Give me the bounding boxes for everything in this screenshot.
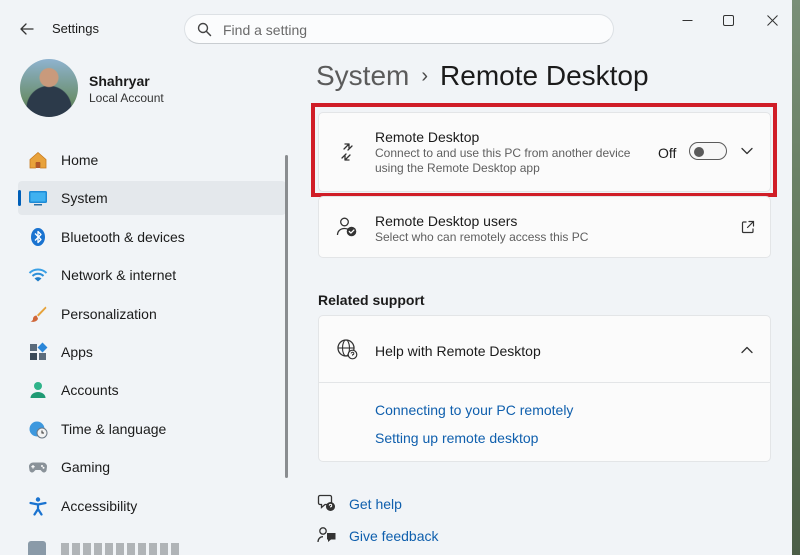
title-bar: Settings <box>0 0 792 58</box>
system-icon <box>29 191 47 206</box>
get-help-link[interactable]: Get help <box>349 496 402 512</box>
sidebar-nav: Home System Bluetooth & devices Network … <box>18 143 286 527</box>
minimize-button[interactable] <box>667 8 707 32</box>
profile-account-type: Local Account <box>89 91 164 105</box>
sidebar-item-label: Network & internet <box>61 267 177 284</box>
sidebar-item-home[interactable]: Home <box>18 143 286 177</box>
back-arrow-icon <box>20 23 34 35</box>
sidebar-item-label: Gaming <box>61 459 111 476</box>
link-setting-up-remote-desktop[interactable]: Setting up remote desktop <box>375 430 538 446</box>
highlight-box <box>311 103 777 197</box>
feedback-icon <box>317 527 336 543</box>
sidebar-item-label: Accounts <box>61 382 119 399</box>
search-box[interactable] <box>184 14 614 44</box>
clock-globe-icon <box>29 421 48 439</box>
chevron-up-icon[interactable] <box>739 342 755 358</box>
remote-users-title: Remote Desktop users <box>375 213 518 229</box>
sidebar-item-network[interactable]: Network & internet <box>18 258 286 292</box>
breadcrumb: System › Remote Desktop <box>316 60 649 92</box>
sidebar-item-label: Time & language <box>61 420 167 437</box>
settings-window: Settings Shahryar Local Account Home Sys… <box>0 0 793 555</box>
sidebar-item-accessibility[interactable]: Accessibility <box>18 489 286 523</box>
gamepad-icon <box>28 462 48 473</box>
accounts-icon <box>30 382 46 399</box>
sidebar-item-bluetooth[interactable]: Bluetooth & devices <box>18 220 286 254</box>
apps-icon <box>30 342 48 360</box>
home-icon <box>29 151 47 169</box>
accessibility-icon <box>29 496 47 516</box>
help-card: Help with Remote Desktop Connecting to y… <box>318 315 771 462</box>
sidebar-item-label: Personalization <box>61 305 157 322</box>
maximize-button[interactable] <box>708 8 748 32</box>
remote-desktop-users-card[interactable]: Remote Desktop users Select who can remo… <box>318 196 771 258</box>
app-title: Settings <box>52 21 99 36</box>
profile-name: Shahryar <box>89 73 150 89</box>
breadcrumb-separator: › <box>421 65 429 87</box>
help-chat-icon <box>317 494 335 511</box>
sidebar-item-label: Bluetooth & devices <box>61 228 185 245</box>
sidebar-item-label: Apps <box>61 343 93 360</box>
bluetooth-icon <box>31 227 45 246</box>
give-feedback-link[interactable]: Give feedback <box>349 528 439 544</box>
close-button[interactable] <box>752 8 792 32</box>
external-link-icon <box>741 220 755 234</box>
sidebar-item-apps[interactable]: Apps <box>18 335 286 369</box>
sidebar-item-personalization[interactable]: Personalization <box>18 297 286 331</box>
back-button[interactable] <box>16 18 38 40</box>
sidebar-item-time-language[interactable]: Time & language <box>18 412 286 446</box>
user-check-icon <box>336 217 357 237</box>
avatar[interactable] <box>20 59 78 117</box>
sidebar-item-gaming[interactable]: Gaming <box>18 450 286 484</box>
sidebar-item-accounts[interactable]: Accounts <box>18 373 286 407</box>
related-support-heading: Related support <box>318 292 425 308</box>
sidebar-item-label: System <box>61 190 108 207</box>
close-icon <box>766 14 778 26</box>
search-input[interactable] <box>221 19 605 41</box>
sidebar-scrollbar[interactable] <box>285 155 288 478</box>
wifi-icon <box>28 268 48 282</box>
help-title: Help with Remote Desktop <box>375 343 541 359</box>
page-title: Remote Desktop <box>440 60 649 91</box>
help-card-header[interactable]: Help with Remote Desktop <box>319 316 770 383</box>
maximize-icon <box>722 14 734 26</box>
desktop-background <box>792 0 800 555</box>
minimize-icon <box>682 19 692 21</box>
brush-icon <box>30 306 47 322</box>
link-connecting-remotely[interactable]: Connecting to your PC remotely <box>375 402 573 418</box>
sidebar-item-label: Home <box>61 152 99 168</box>
breadcrumb-parent[interactable]: System <box>316 60 409 91</box>
globe-help-icon <box>337 339 358 360</box>
sidebar-next-item-partial <box>18 538 278 555</box>
sidebar-item-label: Accessibility <box>61 497 138 514</box>
sidebar-item-system[interactable]: System <box>18 181 286 216</box>
search-icon <box>197 22 212 37</box>
remote-users-description: Select who can remotely access this PC <box>375 230 589 244</box>
